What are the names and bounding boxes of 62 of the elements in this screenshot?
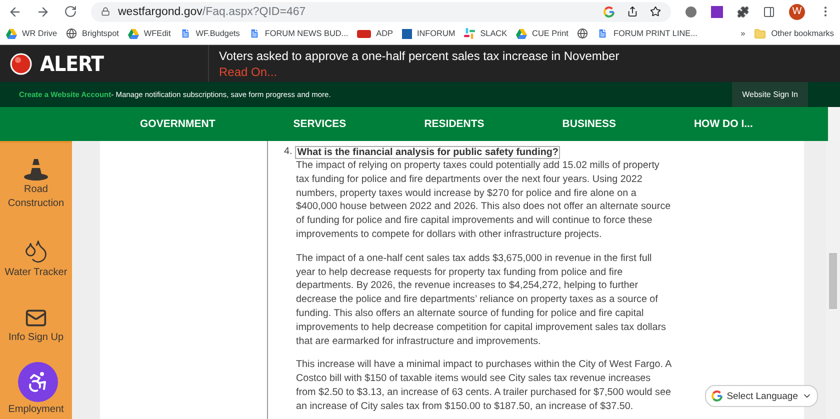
alert-label: ALERT — [40, 52, 104, 76]
bookmark[interactable]: FORUM NEWS BUD... — [248, 28, 348, 39]
adp-logo-icon — [357, 30, 372, 38]
sidebar-link[interactable]: Road Construction — [1, 157, 71, 211]
nav-link[interactable]: SERVICES — [293, 118, 346, 130]
google-icon — [603, 6, 615, 18]
envelope-icon — [25, 307, 47, 329]
document-icon — [597, 28, 608, 39]
faq-question[interactable]: What is the financial analysis for public safety funding? — [295, 146, 560, 159]
bookmark[interactable]: WFEdit — [128, 28, 171, 38]
read-on-link[interactable]: Read On... — [219, 64, 620, 78]
address-field[interactable]: westfargond.gov/Faq.aspx?QID=467 — [91, 2, 671, 22]
answer-paragraph: The impact of relying on property taxes could potentially add 15.02 mills of property tax funding for police and fire departments over the next four years. Using 2022 numbers, property taxes would increase by $270 for police and fire alone on a $400,000 house between 2022 and 2026. This also does not offer an alternate source of funding for police and fire capital improvements and will continue to force these improvements to compete for dollars with other infrastructure projects. — [296, 159, 672, 242]
bookmark[interactable] — [577, 28, 588, 39]
google-logo-icon — [710, 390, 723, 402]
share-icon[interactable] — [627, 6, 638, 17]
extension-icon[interactable] — [711, 6, 723, 18]
answer-paragraph: This increase will have a minimal impact to purchases within the City of West Fargo. A Costco bill with $150 of taxable items would see City sales tax revenue increases from $2.50 to $3.13, an increase of 63 cents. A trailer purchased for $7,500 would see an increase of City sales tax from $150.00 to $187.50, an increase of $37.50. — [296, 358, 672, 414]
back-button[interactable] — [8, 4, 22, 18]
nav-link[interactable]: HOW DO I... — [694, 118, 753, 130]
nav-link[interactable]: GOVERNMENT — [140, 118, 216, 130]
document-icon — [180, 28, 191, 39]
bookmark[interactable]: Brightspot — [66, 28, 119, 39]
lock-icon — [101, 7, 110, 16]
folder-icon — [754, 28, 766, 40]
bookmark[interactable]: FORUM PRINT LINE... — [597, 28, 698, 39]
traffic-cone-icon — [23, 157, 49, 181]
bookmark[interactable]: WF.Budgets — [180, 28, 240, 39]
answer-paragraph: The impact of a one-half cent sales tax adds $3,675,000 in revenue in the first full year to help decrease requests for property tax funding from police and fire departments. By 2026, the revenue increases to $4,254,272, helping to further decrease the police and fire departments’ reliance on property taxes as a source of funding. This also offers an alternate source of funding for police and fire capital improvements to help decrease competition for capital improvement sales tax dollars that are earmarked for infrastructure and improvements. — [296, 252, 667, 348]
sign-in-button[interactable]: Website Sign In — [732, 82, 808, 107]
drive-icon — [6, 28, 17, 38]
bookmark[interactable]: SLACK — [464, 28, 508, 39]
water-drops-icon — [23, 238, 49, 264]
profile-avatar[interactable]: W — [789, 4, 805, 20]
star-icon[interactable] — [650, 6, 661, 17]
list-number: 4. — [284, 146, 292, 159]
inforum-logo-icon — [402, 28, 412, 38]
side-panel-icon[interactable] — [763, 6, 775, 18]
extension-icon[interactable] — [685, 6, 697, 18]
alert-headline: Voters asked to approve a one-half percent sales tax increase in November — [219, 48, 620, 62]
nav-link[interactable]: RESIDENTS — [424, 118, 484, 130]
sidebar-link[interactable]: Employment — [1, 403, 71, 417]
bookmark[interactable]: INFORUM — [402, 28, 456, 38]
language-select[interactable]: Select Language — [704, 385, 818, 407]
slack-icon — [464, 28, 476, 39]
bookmark-folder[interactable]: Other bookmarks — [754, 28, 834, 40]
drive-icon — [516, 28, 528, 38]
more-bookmarks-button[interactable]: » — [740, 29, 746, 38]
sidebar-link[interactable]: Water Tracker — [1, 238, 71, 280]
bookmark[interactable]: ADP — [357, 29, 393, 38]
nav-link[interactable]: BUSINESS — [562, 118, 616, 130]
globe-icon — [66, 28, 78, 39]
sidebar-link[interactable]: Info Sign Up — [1, 307, 71, 345]
bookmark[interactable]: CUE Print — [516, 28, 568, 38]
globe-icon — [577, 28, 588, 39]
document-icon — [248, 28, 260, 39]
bookmark[interactable]: WR Drive — [6, 28, 58, 38]
forward-button[interactable] — [36, 4, 50, 18]
alert-light-icon — [10, 52, 32, 74]
extensions-icon[interactable] — [737, 6, 749, 18]
drive-icon — [128, 28, 139, 38]
reload-button[interactable] — [64, 5, 77, 18]
